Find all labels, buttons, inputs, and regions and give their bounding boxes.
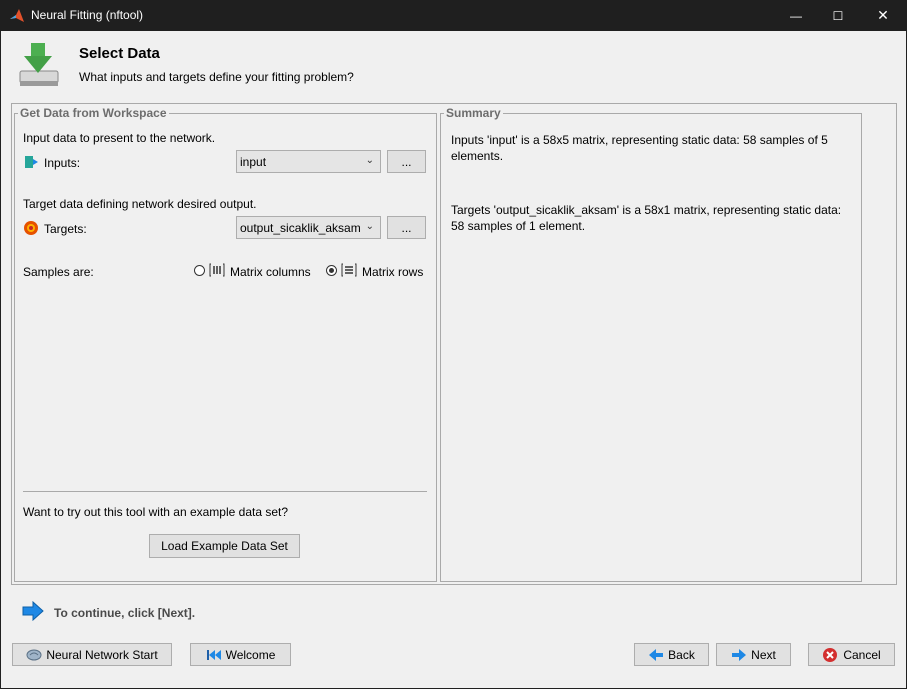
minimize-button[interactable]: — [773, 0, 819, 31]
targets-icon [24, 221, 38, 235]
inputs-description: Input data to present to the network. [23, 131, 216, 145]
matrix-rows-radio[interactable] [326, 265, 337, 276]
summary-inputs-text: Inputs 'input' is a 58x5 matrix, represe… [451, 133, 828, 163]
summary-targets-text: Targets 'output_sicaklik_aksam' is a 58x… [451, 203, 842, 233]
next-label: Next [751, 647, 776, 662]
back-button[interactable]: Back [634, 643, 709, 666]
targets-select[interactable]: output_sicaklik_aksam ⌄ [236, 216, 381, 239]
get-data-legend: Get Data from Workspace [18, 106, 169, 120]
welcome-label: Welcome [225, 647, 276, 662]
arrow-right-icon [732, 648, 747, 661]
inputs-browse-button[interactable]: ... [387, 150, 426, 173]
inputs-label: Inputs: [44, 156, 81, 170]
cancel-icon [823, 647, 838, 662]
divider [23, 491, 427, 492]
cancel-label: Cancel [843, 647, 881, 662]
inputs-select-value: input [240, 155, 267, 169]
targets-select-value: output_sicaklik_aksam [240, 221, 361, 235]
load-example-button[interactable]: Load Example Data Set [149, 534, 300, 558]
maximize-button[interactable]: ☐ [815, 0, 861, 31]
neural-network-start-label: Neural Network Start [46, 647, 158, 662]
summary-legend: Summary [444, 106, 503, 120]
window-title: Neural Fitting (nftool) [31, 8, 144, 22]
page-subtitle: What inputs and targets define your fitt… [79, 70, 354, 84]
inputs-icon [25, 156, 38, 168]
chevron-down-icon: ⌄ [365, 221, 374, 232]
neural-network-start-button[interactable]: Neural Network Start [12, 643, 172, 666]
select-data-icon [19, 43, 59, 86]
inputs-select[interactable]: input ⌄ [236, 150, 381, 173]
close-window-button[interactable]: ✕ [860, 0, 906, 31]
rewind-icon [206, 649, 221, 660]
targets-label: Targets: [44, 222, 87, 236]
targets-browse-button[interactable]: ... [387, 216, 426, 239]
continue-hint: To continue, click [Next]. [54, 606, 196, 620]
title-bar: Neural Fitting (nftool) — ☐ ✕ [0, 0, 907, 31]
matlab-logo-icon [10, 9, 24, 22]
welcome-button[interactable]: Welcome [190, 643, 291, 666]
matrix-columns-label[interactable]: Matrix columns [230, 265, 311, 279]
matrix-columns-radio[interactable] [194, 265, 205, 276]
cancel-button[interactable]: Cancel [808, 643, 895, 666]
summary-panel [440, 113, 862, 582]
arrow-left-icon [649, 648, 664, 661]
window-client: Select Data What inputs and targets defi… [1, 31, 906, 688]
brain-icon [26, 649, 42, 660]
matrix-rows-icon [341, 263, 357, 277]
arrow-right-icon [22, 601, 44, 621]
page-title: Select Data [79, 45, 160, 62]
matrix-columns-icon [209, 263, 225, 277]
targets-description: Target data defining network desired out… [23, 197, 257, 211]
samples-label: Samples are: [23, 265, 94, 279]
back-label: Back [668, 647, 695, 662]
matrix-rows-label[interactable]: Matrix rows [362, 265, 423, 279]
example-prompt: Want to try out this tool with an exampl… [23, 505, 289, 519]
next-button[interactable]: Next [716, 643, 791, 666]
chevron-down-icon: ⌄ [365, 155, 374, 166]
